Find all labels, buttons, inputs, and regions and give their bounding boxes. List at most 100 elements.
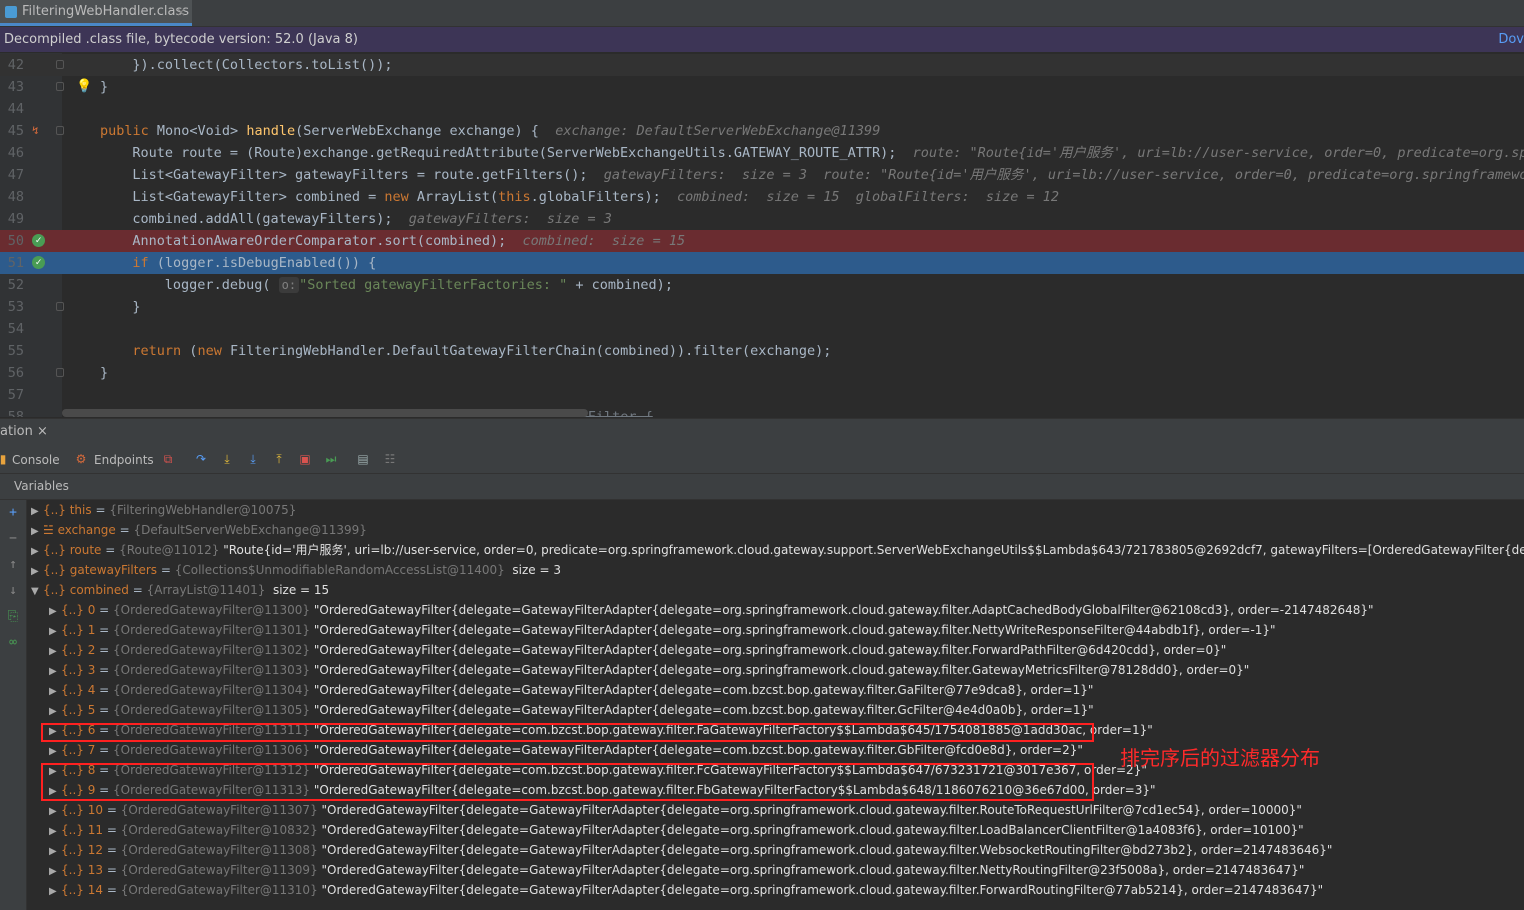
breakpoint-check-icon[interactable]: ✓ — [32, 234, 45, 247]
collapsed-arrow-icon[interactable]: ▶ — [31, 502, 43, 522]
variable-name: 14 — [87, 883, 103, 897]
object-icon: {..} — [43, 583, 70, 597]
variable-value: "OrderedGatewayFilter{delegate=GatewayFi… — [317, 803, 1302, 817]
code-text: return (new FilteringWebHandler.DefaultG… — [132, 343, 832, 359]
close-icon[interactable]: × — [37, 424, 48, 439]
run-to-cursor-icon[interactable]: ⏭ — [324, 452, 338, 466]
variable-row[interactable]: ▶ {..} 3 = {OrderedGatewayFilter@11303} "… — [49, 660, 1249, 680]
glasses-icon[interactable]: ∞ — [6, 636, 20, 650]
variable-type: {OrderedGatewayFilter@11300} — [113, 603, 311, 617]
restore-layout-icon[interactable]: ⧉ — [161, 452, 175, 466]
code-line: 57 — [0, 384, 1524, 406]
collapsed-arrow-icon[interactable]: ▶ — [49, 742, 61, 762]
fold-icon[interactable] — [56, 302, 64, 311]
object-icon: {..} — [61, 743, 88, 757]
variable-row[interactable]: ▶ {..} 1 = {OrderedGatewayFilter@11301} "… — [49, 620, 1276, 640]
variable-name: 12 — [87, 843, 103, 857]
fold-icon[interactable] — [56, 82, 64, 91]
collapsed-arrow-icon[interactable]: ▶ — [49, 622, 61, 642]
variable-row[interactable]: ▶ {..} 11 = {OrderedGatewayFilter@10832} … — [49, 820, 1304, 840]
collapsed-arrow-icon[interactable]: ▶ — [49, 642, 61, 662]
collapsed-arrow-icon[interactable]: ▶ — [49, 882, 61, 902]
variable-row[interactable]: ▶ {..} 14 = {OrderedGatewayFilter@11310} … — [49, 880, 1323, 900]
step-into-icon[interactable]: ⤓ — [220, 452, 234, 466]
variable-row[interactable]: ▶ {..} gatewayFilters = {Collections$Unmo… — [31, 560, 561, 580]
fold-icon[interactable] — [56, 126, 64, 135]
collapsed-arrow-icon[interactable]: ▶ — [49, 822, 61, 842]
collapsed-arrow-icon[interactable]: ▶ — [31, 562, 43, 582]
tab-filtering-web-handler[interactable]: FilteringWebHandler.class × — [0, 0, 192, 26]
move-up-icon[interactable]: ↑ — [6, 558, 20, 572]
variable-value: "OrderedGatewayFilter{delegate=GatewayFi… — [310, 703, 1094, 717]
variable-row[interactable]: ▶ ☱ exchange = {DefaultServerWebExchange@… — [31, 520, 367, 540]
step-over-icon[interactable]: ↷ — [194, 452, 208, 466]
variable-value: "OrderedGatewayFilter{delegate=GatewayFi… — [310, 643, 1227, 657]
variable-row[interactable]: ▶ {..} 12 = {OrderedGatewayFilter@11308} … — [49, 840, 1332, 860]
fold-icon[interactable] — [56, 60, 64, 69]
variable-value: "OrderedGatewayFilter{delegate=GatewayFi… — [310, 603, 1374, 617]
lightbulb-icon[interactable]: 💡 — [76, 76, 92, 94]
object-icon: {..} — [61, 603, 88, 617]
evaluate-expression-icon[interactable]: ▤ — [356, 452, 370, 466]
inline-value-hint: gatewayFilters: size = 3 — [392, 211, 612, 227]
line-number: 56 — [7, 365, 24, 381]
drop-frame-icon[interactable]: ▣ — [298, 452, 312, 466]
variable-row[interactable]: ▶ {..} 13 = {OrderedGatewayFilter@11309} … — [49, 860, 1304, 880]
variable-row[interactable]: ▶ {..} 0 = {OrderedGatewayFilter@11300} "… — [49, 600, 1374, 620]
collapsed-arrow-icon[interactable]: ▶ — [49, 702, 61, 722]
collapsed-arrow-icon[interactable]: ▶ — [49, 862, 61, 882]
code-text: combined.addAll(gatewayFilters); gateway… — [132, 211, 612, 227]
code-editor[interactable]: 42}).collect(Collectors.toList()); 43 💡} 44… — [0, 53, 1524, 417]
variable-type: {OrderedGatewayFilter@11308} — [120, 843, 318, 857]
object-icon: {..} — [61, 663, 88, 677]
variable-row[interactable]: ▶ {..} 2 = {OrderedGatewayFilter@11302} "… — [49, 640, 1226, 660]
object-icon: {..} — [61, 703, 88, 717]
variable-row[interactable]: ▼ {..} combined = {ArrayList@11401} size … — [31, 580, 329, 600]
collapsed-arrow-icon[interactable]: ▶ — [49, 682, 61, 702]
horizontal-scrollbar[interactable] — [62, 409, 588, 417]
debug-tab-label[interactable]: ation × — [0, 419, 48, 445]
variables-header: Variables — [0, 474, 1524, 500]
variables-title: Variables — [14, 479, 69, 493]
step-out-icon[interactable]: ⤒ — [272, 452, 286, 466]
code-text: List<GatewayFilter> gatewayFilters = rou… — [132, 164, 1524, 186]
line-number: 46 — [7, 145, 24, 161]
variable-value: "OrderedGatewayFilter{delegate=GatewayFi… — [310, 663, 1250, 677]
code-text: }).collect(Collectors.toList()); — [132, 57, 393, 73]
expanded-arrow-icon[interactable]: ▼ — [31, 582, 43, 602]
variable-name: exchange — [57, 523, 116, 537]
trace-icon[interactable]: ☷ — [383, 452, 397, 466]
endpoints-tab[interactable]: Endpoints — [94, 452, 154, 468]
remove-watch-icon[interactable]: − — [6, 532, 20, 546]
variable-row[interactable]: ▶ {..} this = {FilteringWebHandler@10075} — [31, 500, 296, 520]
collapsed-arrow-icon[interactable]: ▶ — [49, 802, 61, 822]
overrides-icon[interactable]: ↯ — [32, 120, 45, 137]
close-icon[interactable]: × — [176, 0, 186, 24]
line-number: 44 — [7, 101, 24, 117]
force-step-into-icon[interactable]: ⤓ — [246, 452, 260, 466]
breakpoint-check-icon[interactable]: ✓ — [32, 256, 45, 269]
line-number: 53 — [7, 299, 24, 315]
variable-row[interactable]: ▶ {..} 4 = {OrderedGatewayFilter@11304} "… — [49, 680, 1093, 700]
code-line: 48 List<GatewayFilter> combined = new Arr… — [0, 186, 1524, 208]
fold-icon[interactable] — [56, 368, 64, 377]
equals-sign: = — [157, 563, 175, 577]
collapsed-arrow-icon[interactable]: ▶ — [31, 522, 43, 542]
variable-row[interactable]: ▶ {..} route = {Route@11012} "Route{id='用… — [31, 540, 1524, 560]
console-icon: ▮ — [0, 452, 7, 466]
copy-icon[interactable]: ⎘ — [6, 610, 20, 624]
console-tab[interactable]: Console — [12, 452, 60, 468]
collapsed-arrow-icon[interactable]: ▶ — [49, 602, 61, 622]
code-line: 55 return (new FilteringWebHandler.Defaul… — [0, 340, 1524, 362]
collapsed-arrow-icon[interactable]: ▶ — [49, 842, 61, 862]
variable-row[interactable]: ▶ {..} 10 = {OrderedGatewayFilter@11307} … — [49, 800, 1302, 820]
variable-row[interactable]: ▶ {..} 5 = {OrderedGatewayFilter@11305} "… — [49, 700, 1094, 720]
download-sources-link[interactable]: Dov — [1498, 27, 1524, 52]
variable-type: {OrderedGatewayFilter@10832} — [120, 823, 318, 837]
move-down-icon[interactable]: ↓ — [6, 584, 20, 598]
collapsed-arrow-icon[interactable]: ▶ — [31, 542, 43, 562]
add-watch-icon[interactable]: + — [6, 506, 20, 520]
variable-row[interactable]: ▶ {..} 7 = {OrderedGatewayFilter@11306} "… — [49, 740, 1083, 760]
highlight-box-items-8-9 — [41, 763, 1094, 801]
collapsed-arrow-icon[interactable]: ▶ — [49, 662, 61, 682]
